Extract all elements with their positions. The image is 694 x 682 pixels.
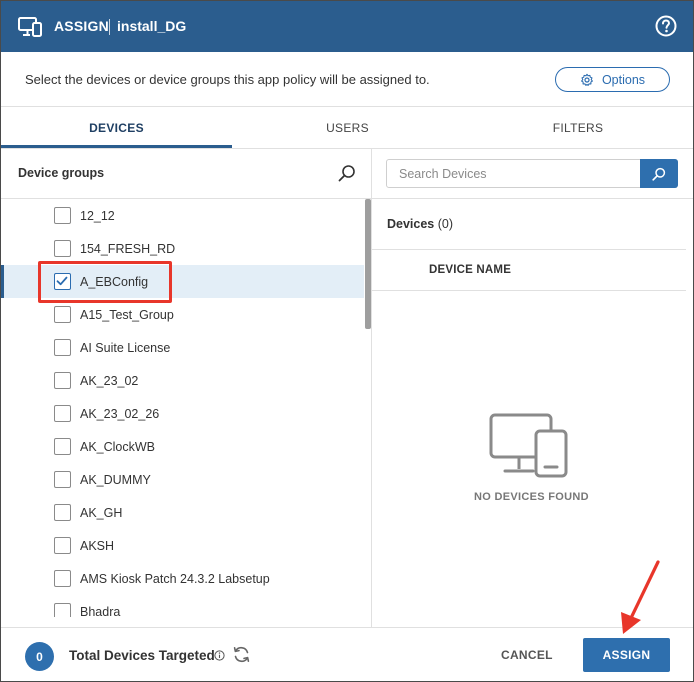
list-item-label: 12_12 (80, 208, 115, 223)
no-devices-icon (489, 413, 568, 478)
list-item-label: A_EBConfig (80, 274, 149, 289)
list-item-label: 154_FRESH_RD (80, 241, 176, 256)
checkbox[interactable] (54, 471, 71, 488)
checkbox[interactable] (54, 438, 71, 455)
list-item[interactable]: AMS Kiosk Patch 24.3.2 Labsetup (1, 562, 364, 595)
list-item[interactable]: AKSH (1, 529, 364, 562)
checkbox[interactable] (54, 306, 71, 323)
divider (372, 198, 693, 199)
checkbox[interactable] (54, 405, 71, 422)
device-search (386, 159, 678, 188)
tab-devices[interactable]: DEVICES (1, 107, 232, 148)
policy-name: install_DG (117, 18, 187, 34)
tab-filters[interactable]: FILTERS (463, 107, 693, 148)
refresh-icon[interactable] (232, 645, 251, 664)
list-item[interactable]: AK_DUMMY (1, 463, 364, 496)
panel-divider (371, 149, 372, 627)
list-item-label: AK_GH (80, 505, 123, 520)
list-item[interactable]: AK_23_02_26 (1, 397, 364, 430)
checkbox[interactable] (54, 372, 71, 389)
list-item-label: A15_Test_Group (80, 307, 174, 322)
info-icon[interactable] (214, 650, 225, 661)
devices-targeted-count: 0 (25, 642, 54, 671)
list-item[interactable]: AI Suite License (1, 331, 364, 364)
list-item[interactable]: A_EBConfig (1, 265, 364, 298)
list-item-label: AKSH (80, 538, 115, 553)
checkbox[interactable] (54, 537, 71, 554)
list-item-label: AI Suite License (80, 340, 171, 355)
search-button[interactable] (640, 159, 678, 188)
divider (372, 290, 686, 291)
list-item[interactable]: AK_GH (1, 496, 364, 529)
divider (1, 627, 693, 628)
cancel-button[interactable]: CANCEL (501, 648, 553, 662)
checkbox[interactable] (54, 273, 71, 290)
options-label: Options (601, 72, 646, 87)
list-item-label: Bhadra (80, 604, 121, 618)
total-devices-label: Total Devices Targeted (69, 648, 215, 663)
divider (372, 249, 686, 250)
dialog-description: Select the devices or device groups this… (25, 72, 430, 87)
list-item-label: AK_DUMMY (80, 472, 151, 487)
devices-count-label: Devices (0) (387, 217, 453, 231)
divider (1, 148, 693, 149)
empty-state-text: NO DEVICES FOUND (474, 491, 589, 503)
list-item[interactable]: AK_23_02 (1, 364, 364, 397)
devices-count: (0) (437, 217, 454, 231)
search-icon (652, 167, 666, 181)
help-icon[interactable] (655, 15, 677, 37)
checkbox[interactable] (54, 207, 71, 224)
checkbox[interactable] (54, 504, 71, 521)
checkbox[interactable] (54, 240, 71, 257)
device-groups-title: Device groups (18, 166, 105, 180)
list-item-label: AK_ClockWB (80, 439, 156, 454)
search-icon[interactable] (338, 164, 356, 182)
list-item[interactable]: AK_ClockWB (1, 430, 364, 463)
list-item[interactable]: 154_FRESH_RD (1, 232, 364, 265)
search-input[interactable] (387, 160, 640, 187)
checkbox[interactable] (54, 570, 71, 587)
tab-users[interactable]: USERS (232, 107, 463, 148)
options-button[interactable]: Options (555, 67, 670, 92)
list-item-label: AMS Kiosk Patch 24.3.2 Labsetup (80, 571, 270, 586)
list-item-label: AK_23_02_26 (80, 406, 160, 421)
annotation-arrow-icon (621, 560, 660, 634)
list-item[interactable]: Bhadra (1, 595, 364, 617)
list-item[interactable]: 12_12 (1, 199, 364, 232)
device-group-list: 12_12 154_FRESH_RD A_EBConfig A15_Test_G… (1, 199, 364, 617)
selection-indicator (1, 265, 4, 298)
gear-icon (581, 73, 593, 86)
assign-dialog: ASSIGN install_DG Select the devices or … (0, 0, 694, 682)
devices-icon (18, 17, 42, 37)
header-separator (109, 19, 110, 35)
dialog-title: ASSIGN (54, 18, 109, 34)
list-item-label: AK_23_02 (80, 373, 139, 388)
check-icon (56, 276, 68, 286)
list-item[interactable]: A15_Test_Group (1, 298, 364, 331)
devices-label: Devices (387, 217, 435, 231)
column-header-device-name[interactable]: DEVICE NAME (429, 264, 511, 276)
checkbox[interactable] (54, 339, 71, 356)
checkbox[interactable] (54, 603, 71, 617)
assign-button[interactable]: ASSIGN (583, 638, 670, 672)
dialog-header: ASSIGN install_DG (1, 1, 693, 52)
